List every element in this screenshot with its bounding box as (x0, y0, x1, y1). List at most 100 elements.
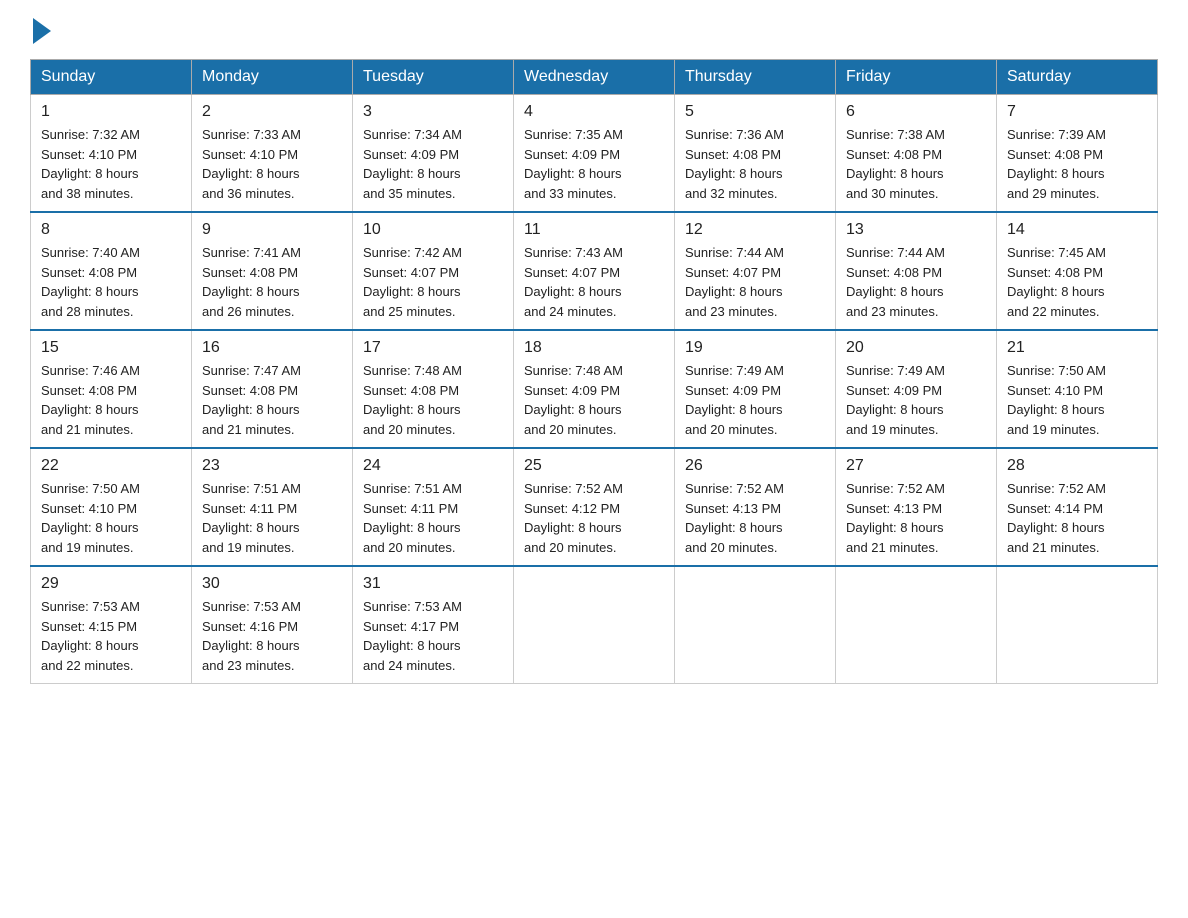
day-info: Sunrise: 7:38 AM Sunset: 4:08 PM Dayligh… (846, 125, 986, 203)
calendar-cell: 5 Sunrise: 7:36 AM Sunset: 4:08 PM Dayli… (675, 95, 836, 213)
day-number: 3 (363, 103, 503, 121)
day-info: Sunrise: 7:51 AM Sunset: 4:11 PM Dayligh… (202, 479, 342, 557)
calendar-cell: 9 Sunrise: 7:41 AM Sunset: 4:08 PM Dayli… (192, 212, 353, 330)
calendar-cell: 29 Sunrise: 7:53 AM Sunset: 4:15 PM Dayl… (31, 566, 192, 684)
calendar-cell: 31 Sunrise: 7:53 AM Sunset: 4:17 PM Dayl… (353, 566, 514, 684)
calendar-cell: 26 Sunrise: 7:52 AM Sunset: 4:13 PM Dayl… (675, 448, 836, 566)
calendar-header-row: SundayMondayTuesdayWednesdayThursdayFrid… (31, 60, 1158, 95)
day-info: Sunrise: 7:35 AM Sunset: 4:09 PM Dayligh… (524, 125, 664, 203)
calendar-cell: 15 Sunrise: 7:46 AM Sunset: 4:08 PM Dayl… (31, 330, 192, 448)
day-of-week-header: Sunday (31, 60, 192, 95)
day-info: Sunrise: 7:36 AM Sunset: 4:08 PM Dayligh… (685, 125, 825, 203)
calendar-cell: 1 Sunrise: 7:32 AM Sunset: 4:10 PM Dayli… (31, 95, 192, 213)
calendar-cell (836, 566, 997, 684)
day-number: 27 (846, 457, 986, 475)
calendar-cell: 7 Sunrise: 7:39 AM Sunset: 4:08 PM Dayli… (997, 95, 1158, 213)
calendar-cell (514, 566, 675, 684)
day-info: Sunrise: 7:45 AM Sunset: 4:08 PM Dayligh… (1007, 243, 1147, 321)
calendar-cell: 24 Sunrise: 7:51 AM Sunset: 4:11 PM Dayl… (353, 448, 514, 566)
day-number: 9 (202, 221, 342, 239)
day-number: 30 (202, 575, 342, 593)
calendar-cell: 21 Sunrise: 7:50 AM Sunset: 4:10 PM Dayl… (997, 330, 1158, 448)
calendar-cell: 20 Sunrise: 7:49 AM Sunset: 4:09 PM Dayl… (836, 330, 997, 448)
day-number: 4 (524, 103, 664, 121)
calendar-cell: 13 Sunrise: 7:44 AM Sunset: 4:08 PM Dayl… (836, 212, 997, 330)
calendar-week-row: 8 Sunrise: 7:40 AM Sunset: 4:08 PM Dayli… (31, 212, 1158, 330)
day-info: Sunrise: 7:53 AM Sunset: 4:15 PM Dayligh… (41, 597, 181, 675)
calendar-cell: 28 Sunrise: 7:52 AM Sunset: 4:14 PM Dayl… (997, 448, 1158, 566)
day-info: Sunrise: 7:52 AM Sunset: 4:14 PM Dayligh… (1007, 479, 1147, 557)
calendar-week-row: 29 Sunrise: 7:53 AM Sunset: 4:15 PM Dayl… (31, 566, 1158, 684)
day-number: 13 (846, 221, 986, 239)
day-info: Sunrise: 7:51 AM Sunset: 4:11 PM Dayligh… (363, 479, 503, 557)
calendar-cell: 23 Sunrise: 7:51 AM Sunset: 4:11 PM Dayl… (192, 448, 353, 566)
day-number: 2 (202, 103, 342, 121)
day-info: Sunrise: 7:52 AM Sunset: 4:12 PM Dayligh… (524, 479, 664, 557)
day-of-week-header: Friday (836, 60, 997, 95)
day-info: Sunrise: 7:48 AM Sunset: 4:08 PM Dayligh… (363, 361, 503, 439)
day-of-week-header: Monday (192, 60, 353, 95)
day-number: 24 (363, 457, 503, 475)
day-number: 14 (1007, 221, 1147, 239)
calendar-cell: 10 Sunrise: 7:42 AM Sunset: 4:07 PM Dayl… (353, 212, 514, 330)
day-info: Sunrise: 7:44 AM Sunset: 4:08 PM Dayligh… (846, 243, 986, 321)
day-number: 18 (524, 339, 664, 357)
day-info: Sunrise: 7:40 AM Sunset: 4:08 PM Dayligh… (41, 243, 181, 321)
calendar-cell: 19 Sunrise: 7:49 AM Sunset: 4:09 PM Dayl… (675, 330, 836, 448)
calendar-week-row: 22 Sunrise: 7:50 AM Sunset: 4:10 PM Dayl… (31, 448, 1158, 566)
calendar-cell: 4 Sunrise: 7:35 AM Sunset: 4:09 PM Dayli… (514, 95, 675, 213)
calendar-cell (675, 566, 836, 684)
day-number: 26 (685, 457, 825, 475)
calendar-cell: 6 Sunrise: 7:38 AM Sunset: 4:08 PM Dayli… (836, 95, 997, 213)
logo (30, 20, 51, 39)
day-number: 22 (41, 457, 181, 475)
day-number: 21 (1007, 339, 1147, 357)
calendar-cell: 2 Sunrise: 7:33 AM Sunset: 4:10 PM Dayli… (192, 95, 353, 213)
day-of-week-header: Saturday (997, 60, 1158, 95)
calendar-cell: 25 Sunrise: 7:52 AM Sunset: 4:12 PM Dayl… (514, 448, 675, 566)
day-number: 23 (202, 457, 342, 475)
day-number: 19 (685, 339, 825, 357)
day-info: Sunrise: 7:53 AM Sunset: 4:16 PM Dayligh… (202, 597, 342, 675)
calendar-table: SundayMondayTuesdayWednesdayThursdayFrid… (30, 59, 1158, 684)
day-info: Sunrise: 7:52 AM Sunset: 4:13 PM Dayligh… (846, 479, 986, 557)
calendar-cell (997, 566, 1158, 684)
calendar-cell: 30 Sunrise: 7:53 AM Sunset: 4:16 PM Dayl… (192, 566, 353, 684)
day-info: Sunrise: 7:48 AM Sunset: 4:09 PM Dayligh… (524, 361, 664, 439)
day-of-week-header: Thursday (675, 60, 836, 95)
day-info: Sunrise: 7:39 AM Sunset: 4:08 PM Dayligh… (1007, 125, 1147, 203)
day-number: 8 (41, 221, 181, 239)
day-info: Sunrise: 7:53 AM Sunset: 4:17 PM Dayligh… (363, 597, 503, 675)
day-number: 17 (363, 339, 503, 357)
day-number: 20 (846, 339, 986, 357)
calendar-cell: 22 Sunrise: 7:50 AM Sunset: 4:10 PM Dayl… (31, 448, 192, 566)
day-number: 10 (363, 221, 503, 239)
day-info: Sunrise: 7:50 AM Sunset: 4:10 PM Dayligh… (41, 479, 181, 557)
calendar-week-row: 15 Sunrise: 7:46 AM Sunset: 4:08 PM Dayl… (31, 330, 1158, 448)
calendar-cell: 17 Sunrise: 7:48 AM Sunset: 4:08 PM Dayl… (353, 330, 514, 448)
day-number: 16 (202, 339, 342, 357)
day-info: Sunrise: 7:52 AM Sunset: 4:13 PM Dayligh… (685, 479, 825, 557)
day-info: Sunrise: 7:47 AM Sunset: 4:08 PM Dayligh… (202, 361, 342, 439)
day-number: 15 (41, 339, 181, 357)
day-of-week-header: Wednesday (514, 60, 675, 95)
day-number: 28 (1007, 457, 1147, 475)
day-info: Sunrise: 7:32 AM Sunset: 4:10 PM Dayligh… (41, 125, 181, 203)
day-info: Sunrise: 7:49 AM Sunset: 4:09 PM Dayligh… (846, 361, 986, 439)
calendar-week-row: 1 Sunrise: 7:32 AM Sunset: 4:10 PM Dayli… (31, 95, 1158, 213)
calendar-cell: 27 Sunrise: 7:52 AM Sunset: 4:13 PM Dayl… (836, 448, 997, 566)
calendar-cell: 8 Sunrise: 7:40 AM Sunset: 4:08 PM Dayli… (31, 212, 192, 330)
calendar-cell: 11 Sunrise: 7:43 AM Sunset: 4:07 PM Dayl… (514, 212, 675, 330)
day-number: 6 (846, 103, 986, 121)
page-header (30, 20, 1158, 39)
day-info: Sunrise: 7:34 AM Sunset: 4:09 PM Dayligh… (363, 125, 503, 203)
day-number: 12 (685, 221, 825, 239)
day-info: Sunrise: 7:33 AM Sunset: 4:10 PM Dayligh… (202, 125, 342, 203)
day-info: Sunrise: 7:41 AM Sunset: 4:08 PM Dayligh… (202, 243, 342, 321)
day-info: Sunrise: 7:42 AM Sunset: 4:07 PM Dayligh… (363, 243, 503, 321)
day-info: Sunrise: 7:43 AM Sunset: 4:07 PM Dayligh… (524, 243, 664, 321)
calendar-cell: 14 Sunrise: 7:45 AM Sunset: 4:08 PM Dayl… (997, 212, 1158, 330)
day-info: Sunrise: 7:44 AM Sunset: 4:07 PM Dayligh… (685, 243, 825, 321)
day-info: Sunrise: 7:49 AM Sunset: 4:09 PM Dayligh… (685, 361, 825, 439)
day-info: Sunrise: 7:46 AM Sunset: 4:08 PM Dayligh… (41, 361, 181, 439)
